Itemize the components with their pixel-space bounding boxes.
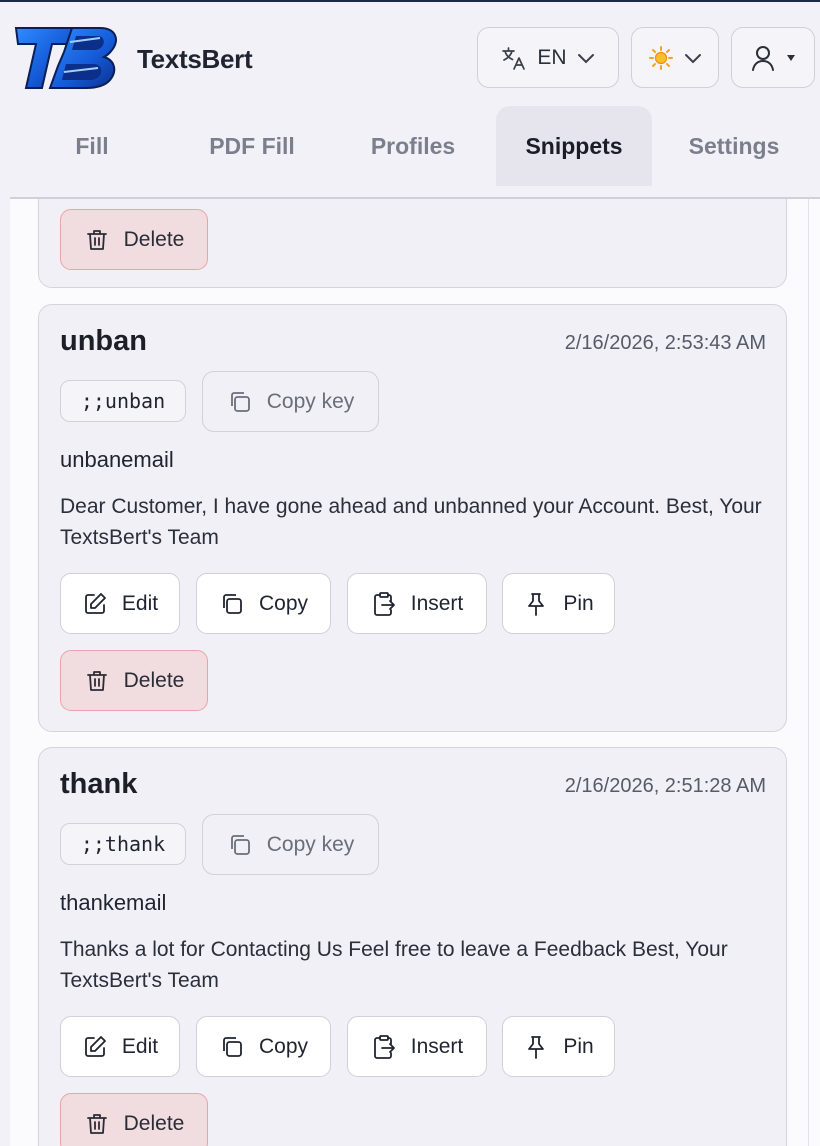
snippet-title: thank <box>60 768 138 800</box>
insert-label: Insert <box>410 1034 464 1058</box>
copy-key-button[interactable]: Copy key <box>202 814 379 875</box>
edit-label: Edit <box>121 1034 159 1058</box>
clipboard-insert-icon <box>373 591 395 616</box>
snippets-list[interactable]: Delete unban 2/16/2026, 2:53:43 AM ;;unb… <box>10 199 820 1146</box>
translate-icon <box>502 46 526 70</box>
copy-button[interactable]: Copy <box>196 573 331 634</box>
textsbert-logo[interactable] <box>14 22 120 92</box>
clipboard-insert-icon <box>373 1034 395 1059</box>
chevron-down-icon <box>577 53 594 63</box>
snippet-card: thank 2/16/2026, 2:51:28 AM ;;thank Copy… <box>38 747 787 1146</box>
tab-fill[interactable]: Fill <box>22 106 162 186</box>
pin-label: Pin <box>563 591 594 615</box>
pin-icon <box>528 592 545 616</box>
edit-button[interactable]: Edit <box>60 1016 180 1077</box>
snippet-key: ;;unban <box>60 380 186 422</box>
snippet-name: unbanemail <box>60 447 174 472</box>
edit-icon <box>85 592 106 614</box>
caret-down-icon <box>787 54 795 61</box>
snippet-card-previous: Delete <box>38 199 787 288</box>
snippet-card: unban 2/16/2026, 2:53:43 AM ;;unban Copy… <box>38 304 787 732</box>
pin-button[interactable]: Pin <box>502 1016 615 1077</box>
tab-pdf-fill[interactable]: PDF Fill <box>182 106 322 186</box>
insert-label: Insert <box>410 591 464 615</box>
copy-label: Copy <box>258 591 309 615</box>
user-menu-button[interactable] <box>731 27 815 88</box>
copy-button[interactable]: Copy <box>196 1016 331 1077</box>
copy-key-label: Copy key <box>266 832 355 856</box>
copy-icon <box>223 1036 242 1057</box>
copy-icon <box>230 834 250 855</box>
scrollbar[interactable] <box>808 199 820 1146</box>
sun-icon <box>649 45 673 70</box>
tab-snippets[interactable]: Snippets <box>496 106 652 186</box>
snippet-name: thankemail <box>60 890 167 915</box>
edit-icon <box>85 1035 106 1057</box>
copy-icon <box>223 593 242 614</box>
delete-label: Delete <box>123 227 185 251</box>
delete-button[interactable]: Delete <box>60 1093 208 1146</box>
copy-label: Copy <box>258 1034 309 1058</box>
insert-button[interactable]: Insert <box>347 573 487 634</box>
window-top-border <box>0 0 820 2</box>
snippet-date: 2/16/2026, 2:51:28 AM <box>564 775 766 797</box>
pin-button[interactable]: Pin <box>502 573 615 634</box>
trash-icon <box>86 670 107 691</box>
snippet-key: ;;thank <box>60 823 186 865</box>
pin-label: Pin <box>563 1034 594 1058</box>
edit-label: Edit <box>121 591 159 615</box>
snippet-text: Dear Customer, I have gone ahead and unb… <box>60 495 762 549</box>
delete-button[interactable]: Delete <box>60 650 208 711</box>
edit-button[interactable]: Edit <box>60 573 180 634</box>
tab-profiles[interactable]: Profiles <box>343 106 483 186</box>
snippet-text: Thanks a lot for Contacting Us Feel free… <box>60 938 728 992</box>
copy-icon <box>230 391 250 412</box>
trash-icon <box>86 229 107 250</box>
language-code: EN <box>537 45 567 69</box>
trash-icon <box>86 1113 107 1134</box>
brand-name: TextsBert <box>137 44 253 74</box>
language-selector[interactable]: EN <box>477 27 619 88</box>
chevron-down-icon <box>685 53 701 63</box>
delete-label: Delete <box>123 1111 185 1135</box>
app-header: TextsBert EN Fill PDF Fill Profiles Snip… <box>0 0 820 200</box>
snippet-date: 2/16/2026, 2:53:43 AM <box>564 332 766 354</box>
delete-button[interactable]: Delete <box>60 209 208 270</box>
user-icon <box>752 45 774 71</box>
theme-selector[interactable] <box>631 27 719 88</box>
copy-key-label: Copy key <box>266 389 355 413</box>
main-tabs: Fill PDF Fill Profiles Snippets Settings <box>10 104 820 198</box>
snippet-title: unban <box>60 325 147 357</box>
tab-settings[interactable]: Settings <box>663 106 805 186</box>
copy-key-button[interactable]: Copy key <box>202 371 379 432</box>
pin-icon <box>528 1035 545 1059</box>
insert-button[interactable]: Insert <box>347 1016 487 1077</box>
delete-label: Delete <box>123 668 185 692</box>
